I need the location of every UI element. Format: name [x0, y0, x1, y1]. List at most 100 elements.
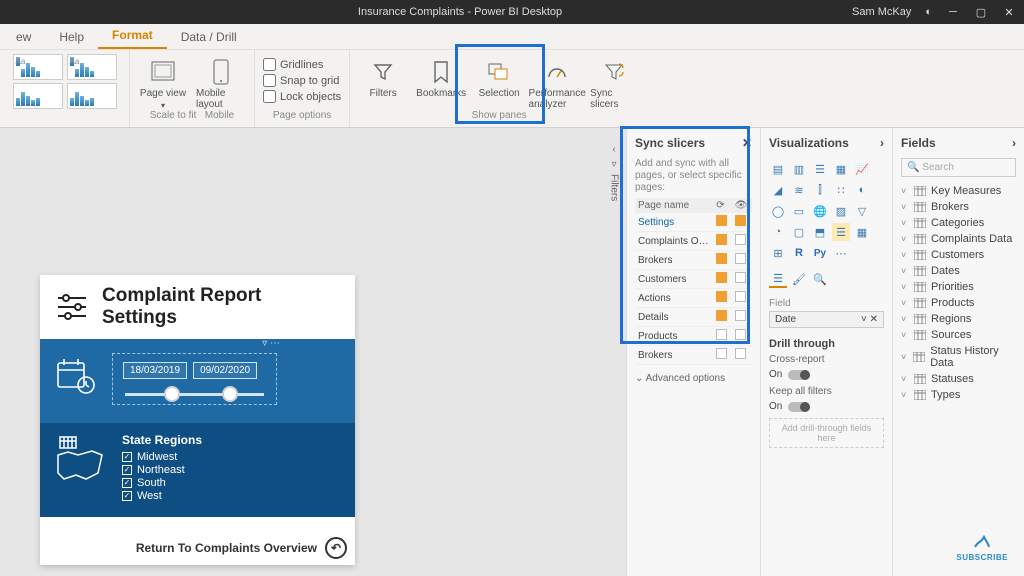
table-icon: [914, 314, 926, 324]
cross-report-toggle[interactable]: On: [769, 369, 884, 380]
minimize-button[interactable]: ─: [946, 6, 960, 18]
vis-check[interactable]: [735, 215, 746, 226]
filters-pane-button[interactable]: Filters: [358, 54, 408, 99]
field-table[interactable]: ˅Types: [901, 387, 1016, 403]
field-table[interactable]: ˅Sources: [901, 327, 1016, 343]
table-icon: [914, 390, 926, 400]
field-well-date[interactable]: Date˅ ✕: [769, 311, 884, 328]
calendar-icon: [54, 355, 98, 402]
kpi-icon[interactable]: ⬒: [811, 223, 829, 241]
table-icon: [914, 186, 926, 196]
fields-tab-icon[interactable]: ☰: [769, 270, 787, 288]
clustered-bar-icon[interactable]: ☰: [811, 160, 829, 178]
maximize-button[interactable]: ▢: [974, 6, 988, 19]
field-table[interactable]: ˅Products: [901, 295, 1016, 311]
clustered-column-icon[interactable]: ▦: [832, 160, 850, 178]
sync-col-icon: ⟳: [713, 198, 731, 213]
scatter-icon[interactable]: ∷: [832, 181, 850, 199]
sync-table: Page name⟳👁 Settings Complaints Over... …: [635, 198, 752, 365]
date-from[interactable]: 18/03/2019: [123, 362, 187, 379]
fields-search[interactable]: 🔍 Search: [901, 158, 1016, 177]
table-icon: [914, 374, 926, 384]
matrix-icon[interactable]: ⊞: [769, 244, 787, 262]
drill-through-dropzone[interactable]: Add drill-through fields here: [769, 418, 884, 448]
user-name[interactable]: Sam McKay: [852, 6, 911, 18]
field-table[interactable]: ˅Priorities: [901, 279, 1016, 295]
date-slider[interactable]: [125, 393, 264, 396]
theme-thumbnails[interactable]: Aa Aa: [13, 54, 117, 109]
sync-slicers-pane: Sync slicers✕ Add and sync with all page…: [626, 128, 760, 576]
ribbon-chart-icon[interactable]: ≋: [790, 181, 808, 199]
stacked-column-icon[interactable]: ▥: [790, 160, 808, 178]
user-avatar-icon[interactable]: ◐: [925, 6, 932, 18]
report-canvas[interactable]: Complaint ReportSettings ▿ ⋯ 18/03/2019 …: [40, 275, 355, 565]
field-table[interactable]: ˅Complaints Data: [901, 231, 1016, 247]
tab-format[interactable]: Format: [98, 23, 167, 49]
funnel-icon[interactable]: ▽: [853, 202, 871, 220]
settings-icon: [54, 289, 90, 325]
filters-pane-collapsed[interactable]: ‹ ▿ Filters: [604, 138, 624, 201]
sync-slicers-button[interactable]: Sync slicers: [590, 54, 640, 110]
undo-icon: ↶: [325, 537, 347, 559]
card-icon[interactable]: ▢: [790, 223, 808, 241]
region-slicer[interactable]: State Regions ✓Midwest ✓Northeast ✓South…: [122, 433, 202, 503]
map-icon: [54, 433, 108, 503]
field-table[interactable]: ˅Categories: [901, 215, 1016, 231]
date-to[interactable]: 09/02/2020: [193, 362, 257, 379]
mobile-layout-button[interactable]: Mobile layout: [196, 54, 246, 110]
tab-help[interactable]: Help: [45, 25, 98, 49]
field-table[interactable]: ˅Brokers: [901, 199, 1016, 215]
table-icon[interactable]: ▦: [853, 223, 871, 241]
donut-icon[interactable]: ◯: [769, 202, 787, 220]
map-icon[interactable]: 🌐: [811, 202, 829, 220]
waterfall-icon[interactable]: ⫿: [811, 181, 829, 199]
gauge-icon: [543, 58, 571, 86]
advanced-options[interactable]: ⌄ Advanced options: [635, 373, 752, 384]
collapse-viz-pane[interactable]: ›: [880, 136, 884, 150]
field-table[interactable]: ˅Dates: [901, 263, 1016, 279]
treemap-icon[interactable]: ▭: [790, 202, 808, 220]
window-title: Insurance Complaints - Power BI Desktop: [68, 6, 852, 18]
date-slicer[interactable]: ▿ ⋯ 18/03/2019 09/02/2020: [112, 353, 277, 405]
pie-icon[interactable]: ◐: [853, 181, 871, 199]
filter-icon: [369, 58, 397, 86]
py-visual-icon[interactable]: Py: [811, 244, 829, 262]
selection-button[interactable]: Selection: [474, 54, 524, 99]
selection-icon: [485, 58, 513, 86]
table-icon: [914, 234, 926, 244]
close-sync-pane[interactable]: ✕: [742, 136, 752, 150]
collapse-fields-pane[interactable]: ›: [1012, 136, 1016, 150]
sync-check[interactable]: [716, 215, 727, 226]
performance-button[interactable]: Performance analyzer: [532, 54, 582, 110]
slicer-filter-icon[interactable]: ▿: [262, 338, 267, 349]
close-button[interactable]: ✕: [1002, 6, 1016, 19]
area-chart-icon[interactable]: ◢: [769, 181, 787, 199]
gridlines-checkbox[interactable]: Gridlines: [263, 58, 323, 71]
field-table[interactable]: ˅Statuses: [901, 371, 1016, 387]
slicer-clear-icon[interactable]: ⋯: [270, 338, 280, 349]
page-view-button[interactable]: Page view ▾: [138, 54, 188, 110]
slicer-icon[interactable]: ☰: [832, 223, 850, 241]
more-visuals-icon[interactable]: ⋯: [832, 244, 850, 262]
line-chart-icon[interactable]: 📈: [853, 160, 871, 178]
bookmarks-button[interactable]: Bookmarks: [416, 54, 466, 99]
tab-data-drill[interactable]: Data / Drill: [167, 25, 251, 49]
field-table[interactable]: ˅Key Measures: [901, 183, 1016, 199]
return-button[interactable]: Return To Complaints Overview ↶: [136, 537, 347, 559]
field-table[interactable]: ˅Customers: [901, 247, 1016, 263]
filled-map-icon[interactable]: ▨: [832, 202, 850, 220]
format-tab-icon[interactable]: 🖌: [790, 270, 808, 288]
stacked-bar-icon[interactable]: ▤: [769, 160, 787, 178]
gauge-icon[interactable]: ◔: [769, 223, 787, 241]
lock-checkbox[interactable]: Lock objects: [263, 90, 341, 103]
keep-filters-toggle[interactable]: On: [769, 401, 884, 412]
table-icon: [914, 298, 926, 308]
field-table[interactable]: ˅Regions: [901, 311, 1016, 327]
r-visual-icon[interactable]: R: [790, 244, 808, 262]
table-icon: [914, 218, 926, 228]
analytics-tab-icon[interactable]: 🔍: [811, 270, 829, 288]
tab-view[interactable]: ew: [2, 25, 45, 49]
snap-checkbox[interactable]: Snap to grid: [263, 74, 339, 87]
table-icon: [913, 352, 925, 362]
field-table[interactable]: ˅Status History Data: [901, 343, 1016, 371]
